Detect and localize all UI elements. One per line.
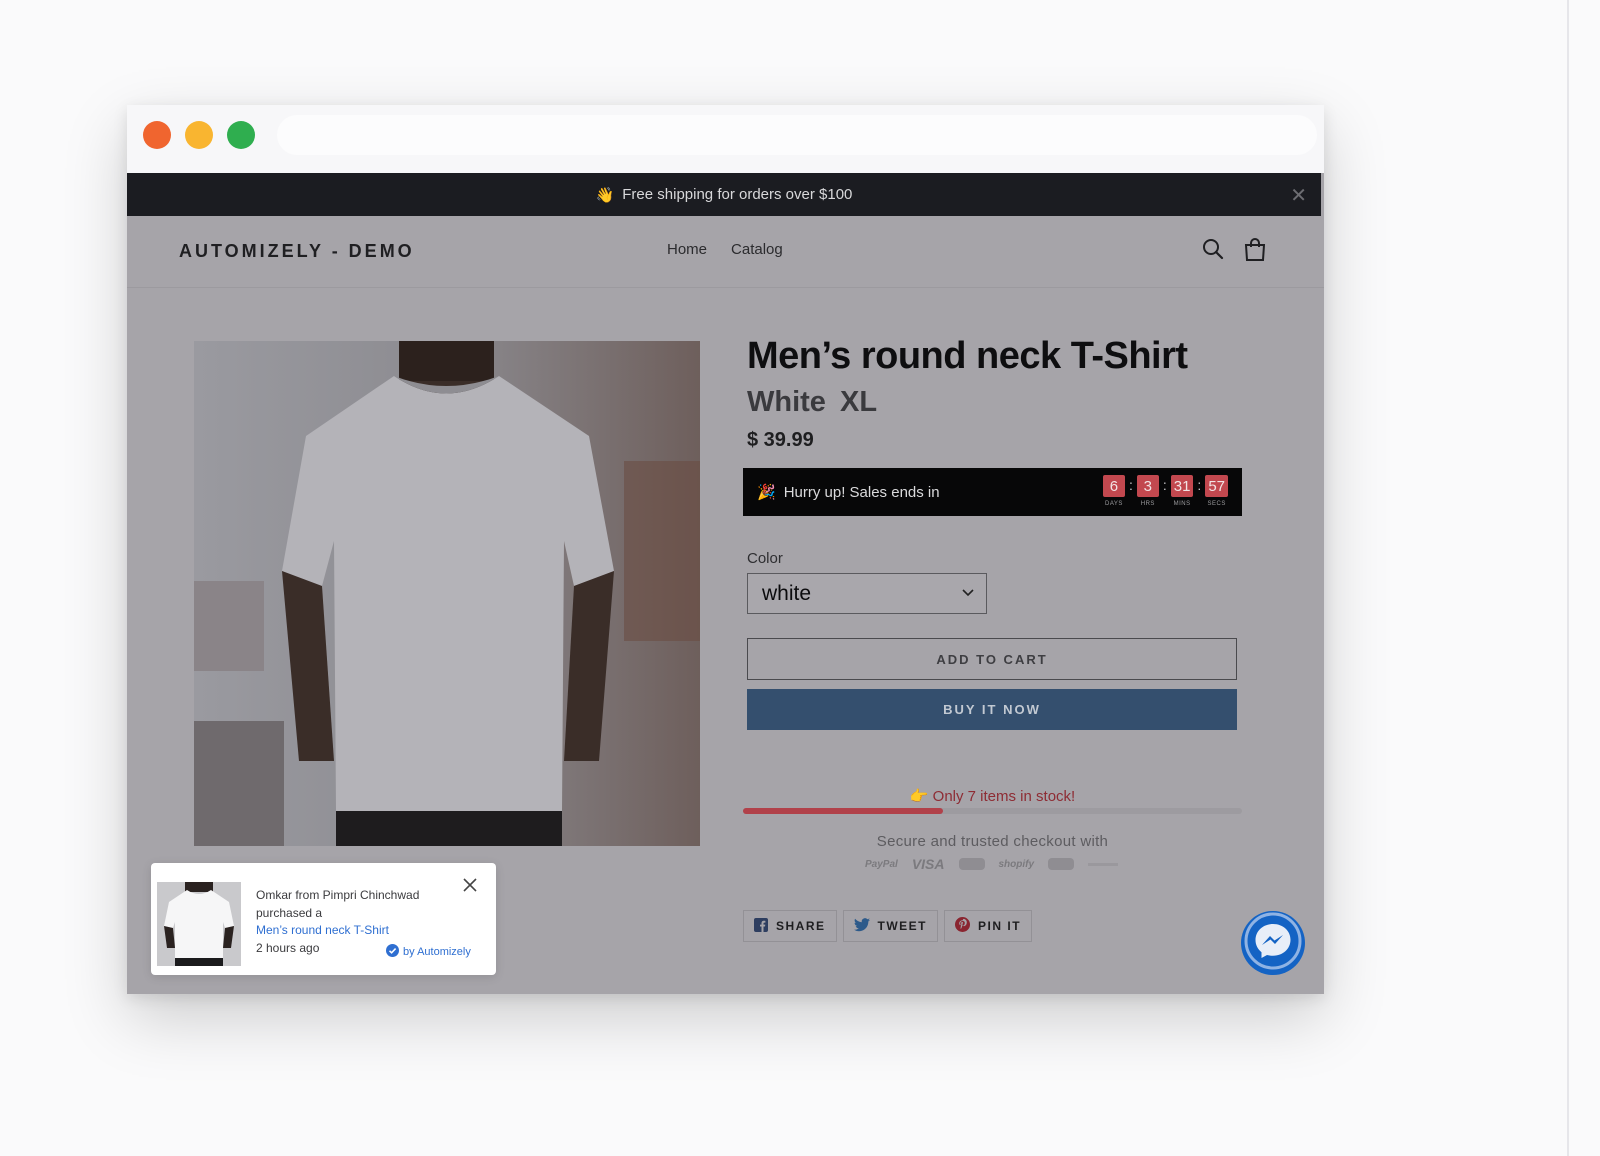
announcement-bar: 👋 Free shipping for orders over $100 ✕	[127, 173, 1321, 216]
add-to-cart-button[interactable]: ADD TO CART	[747, 638, 1237, 680]
product-price: $ 39.99	[747, 429, 814, 451]
toast-product-image[interactable]	[157, 882, 241, 966]
wave-emoji-icon: 👋	[595, 186, 615, 204]
browser-titlebar	[127, 105, 1324, 173]
close-icon[interactable]: ✕	[1290, 183, 1307, 208]
cart-icon[interactable]	[1244, 238, 1266, 267]
toast-buyer: Omkar from Pimpri Chinchwad	[256, 888, 420, 902]
browser-window: 👋 Free shipping for orders over $100 ✕ A…	[127, 105, 1324, 994]
toast-attribution[interactable]: by Automizely	[386, 944, 471, 960]
messenger-chat-button[interactable]	[1241, 911, 1305, 975]
color-select-value: white	[762, 582, 812, 605]
share-facebook-button[interactable]: SHARE	[743, 910, 837, 942]
main-nav: Home Catalog	[667, 241, 783, 258]
share-pinterest-label: PIN IT	[978, 919, 1022, 933]
purchase-notification: Omkar from Pimpri Chinchwad purchased a …	[151, 863, 496, 975]
messenger-icon	[1243, 911, 1303, 976]
paypal-icon: PayPal	[865, 858, 898, 870]
close-window-button[interactable]	[143, 121, 171, 149]
share-twitter-button[interactable]: TWEET	[842, 910, 939, 942]
product-image[interactable]	[194, 341, 700, 846]
toast-attribution-label: by Automizely	[403, 946, 471, 958]
store-logo[interactable]: AUTOMIZELY - DEMO	[179, 241, 415, 262]
verified-check-icon	[386, 944, 399, 960]
timer-mins-label: MINS	[1173, 501, 1191, 507]
stock-progress-fill	[743, 808, 943, 814]
color-select[interactable]: white	[747, 573, 987, 614]
share-twitter-label: TWEET	[877, 919, 928, 933]
share-pinterest-button[interactable]: PIN IT	[944, 910, 1033, 942]
timer-secs: 57 SECS	[1205, 475, 1228, 507]
timer-hours-label: HRS	[1140, 501, 1155, 507]
timer-mins-value: 31	[1170, 475, 1194, 497]
search-icon[interactable]	[1202, 238, 1224, 265]
maximize-window-button[interactable]	[227, 121, 255, 149]
amazon-pay-icon	[1088, 862, 1119, 866]
timer-secs-value: 57	[1205, 475, 1228, 497]
timer-hours: 3 HRS	[1136, 475, 1159, 507]
address-bar[interactable]	[277, 115, 1317, 155]
pinterest-icon	[955, 917, 971, 935]
timer-days: 6 DAYS	[1102, 475, 1125, 507]
toast-product-link[interactable]: Men’s round neck T-Shirt	[256, 922, 419, 940]
countdown-timer: 6 DAYS : 3 HRS : 31 MINS : 57 SECS	[1102, 475, 1228, 507]
stock-notice: 👉 Only 7 items in stock!	[743, 787, 1242, 805]
party-emoji-icon: 🎉	[757, 484, 776, 501]
stock-text: Only 7 items in stock!	[932, 788, 1076, 805]
social-share: SHARE TWEET PIN IT	[743, 910, 1033, 942]
mastercard-icon	[958, 858, 985, 870]
facebook-icon	[754, 917, 768, 935]
product-variant: White XL	[747, 386, 878, 418]
stock-progress-bar	[743, 808, 1242, 814]
site-header: AUTOMIZELY - DEMO Home Catalog	[127, 216, 1324, 288]
secure-checkout-text: Secure and trusted checkout with	[876, 833, 1109, 850]
store-page: 👋 Free shipping for orders over $100 ✕ A…	[127, 173, 1324, 994]
product-title: Men’s round neck T-Shirt	[747, 335, 1188, 377]
chevron-down-icon	[962, 584, 974, 600]
announcement-text: Free shipping for orders over $100	[622, 186, 853, 203]
timer-days-value: 6	[1102, 475, 1125, 497]
color-label: Color	[747, 550, 783, 567]
visa-icon: VISA	[911, 856, 945, 872]
timer-separator: :	[1197, 477, 1202, 493]
nav-catalog[interactable]: Catalog	[731, 241, 783, 258]
timer-separator: :	[1162, 477, 1167, 493]
timer-days-label: DAYS	[1105, 501, 1123, 507]
diners-club-icon	[1048, 858, 1075, 870]
toast-action: purchased a	[256, 905, 323, 920]
close-icon[interactable]	[462, 877, 478, 898]
timer-separator: :	[1128, 477, 1133, 493]
payment-icons: PayPal VISA shopify	[865, 856, 1119, 872]
minimize-window-button[interactable]	[185, 121, 213, 149]
page-edge-line	[1567, 0, 1569, 1156]
timer-mins: 31 MINS	[1170, 475, 1194, 507]
timer-secs-label: SECS	[1207, 501, 1226, 507]
countdown-banner: 🎉 Hurry up! Sales ends in 6 DAYS : 3 HRS…	[743, 468, 1242, 516]
twitter-icon	[853, 917, 870, 935]
pointing-hand-icon: 👉	[909, 788, 929, 805]
buy-now-button[interactable]: BUY IT NOW	[747, 689, 1237, 730]
nav-home[interactable]: Home	[667, 241, 707, 258]
timer-hours-value: 3	[1136, 475, 1159, 497]
countdown-text: Hurry up! Sales ends in	[783, 483, 940, 501]
shopify-pay-icon: shopify	[998, 858, 1035, 870]
share-facebook-label: SHARE	[776, 919, 826, 933]
